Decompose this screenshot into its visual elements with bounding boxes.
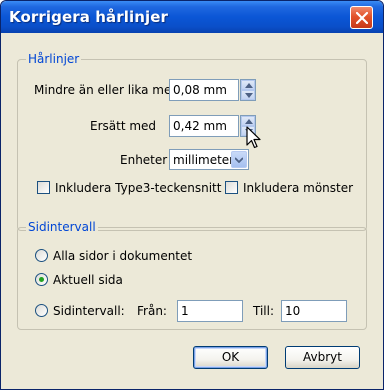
page-range-label[interactable]: Sidintervall: [53,304,125,318]
include-patterns-label[interactable]: Inkludera mönster [243,181,353,195]
include-patterns-checkbox[interactable] [225,181,238,194]
close-icon [356,12,368,24]
arrow-up-icon [245,83,253,88]
window-title: Korrigera hårlinjer [9,8,169,26]
arrow-up-icon [245,119,253,124]
replace-with-label: Ersätt med [90,119,157,133]
less-or-equal-label: Mindre än eller lika med [34,83,179,97]
spinner-down-button[interactable] [241,90,255,100]
arrow-down-icon [245,93,253,98]
units-dropdown-button[interactable] [231,151,247,168]
all-pages-label[interactable]: Alla sidor i dokumentet [53,249,192,263]
current-page-radio[interactable] [35,273,48,286]
less-or-equal-input[interactable]: 0,08 mm [169,79,239,101]
units-selected-value: millimeter [173,153,235,167]
ok-button[interactable]: OK [193,346,268,369]
include-type3-checkbox[interactable] [37,181,50,194]
chevron-down-icon [235,157,243,163]
less-or-equal-spinner[interactable] [240,79,256,101]
from-page-input[interactable]: 1 [177,300,243,322]
dialog-window: Korrigera hårlinjer Hårlinjer Mindre än … [0,0,384,390]
include-type3-label[interactable]: Inkludera Type3-teckensnitt [55,181,221,195]
all-pages-radio[interactable] [35,249,48,262]
spinner-up-button[interactable] [241,80,255,90]
units-select[interactable]: millimeter [169,149,249,170]
spinner-up-button[interactable] [241,116,255,126]
page-range-legend: Sidintervall [26,220,98,234]
hairlines-legend: Hårlinjer [26,52,82,66]
close-button[interactable] [350,6,373,29]
units-label: Enheter [120,153,168,167]
mouse-pointer-icon [246,126,261,149]
replace-with-input[interactable]: 0,42 mm [169,115,239,137]
title-bar[interactable]: Korrigera hårlinjer [1,1,383,33]
page-range-radio[interactable] [35,304,48,317]
dialog-body: Hårlinjer Mindre än eller lika med 0,08 … [5,33,379,387]
current-page-label[interactable]: Aktuell sida [53,273,123,287]
cancel-button[interactable]: Avbryt [285,346,360,369]
from-label: Från: [137,304,167,318]
to-label: Till: [253,304,275,318]
to-page-input[interactable]: 10 [281,300,347,322]
